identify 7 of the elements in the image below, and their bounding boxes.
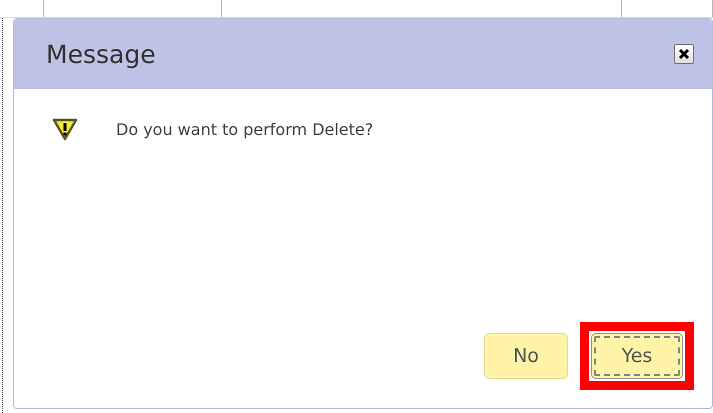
- dialog-button[interactable]: Yes: [591, 333, 683, 379]
- message-text: Do you want to perform Delete?: [116, 120, 374, 138]
- dialog-button[interactable]: No: [484, 333, 568, 379]
- close-icon: [678, 48, 690, 60]
- warning-icon: [52, 117, 78, 141]
- close-button[interactable]: [674, 44, 694, 64]
- dialog-title: Message: [46, 40, 156, 68]
